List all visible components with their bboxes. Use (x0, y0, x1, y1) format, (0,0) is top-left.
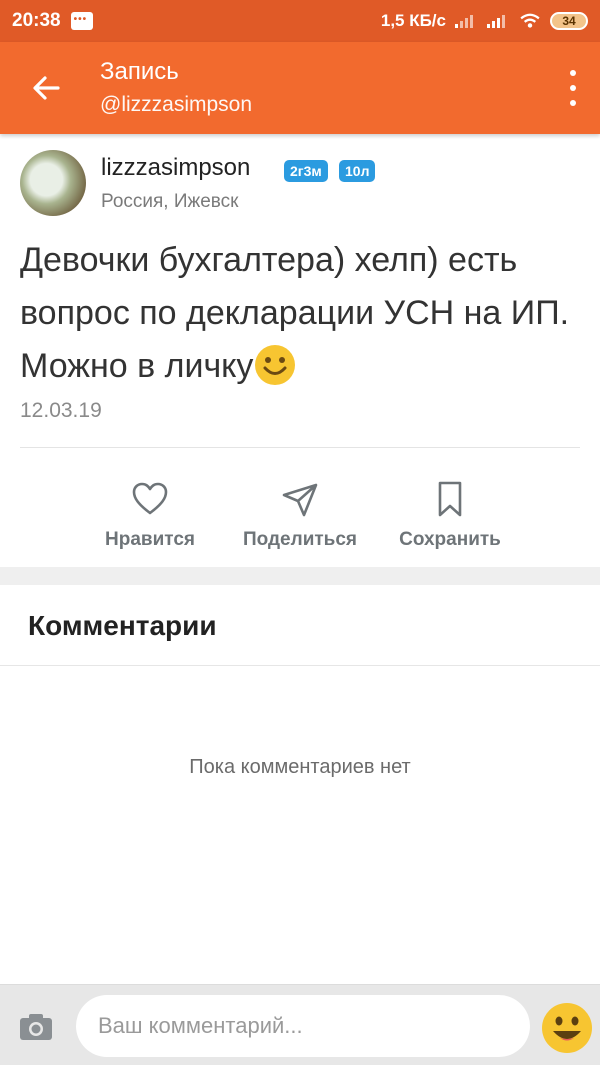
camera-icon[interactable] (18, 1012, 54, 1042)
save-button[interactable]: Сохранить (380, 479, 520, 551)
network-speed: 1,5 КБ/с (380, 11, 446, 30)
status-bar: 20:38 1,5 КБ/с 34 (0, 0, 600, 42)
signal-icon (455, 15, 473, 28)
comments-title: Комментарии (28, 610, 217, 641)
share-label: Поделиться (242, 529, 358, 550)
battery-icon: 34 (550, 12, 588, 30)
like-button[interactable]: Нравится (80, 479, 220, 551)
avatar[interactable] (20, 150, 86, 216)
like-label: Нравится (105, 529, 195, 550)
divider (0, 665, 600, 666)
author-location: Россия, Ижевск (101, 191, 239, 212)
comment-input[interactable] (76, 995, 530, 1057)
section-separator (0, 567, 600, 585)
app-bar: Запись @lizzzasimpson (0, 42, 600, 134)
heart-icon (132, 482, 168, 515)
smile-emoji-icon (255, 345, 296, 385)
signal-icon-2 (487, 15, 505, 28)
share-button[interactable]: Поделиться (230, 479, 370, 551)
badge-years: 10л (339, 160, 376, 182)
post-actions: Нравится Поделиться Сохранить (0, 479, 600, 569)
page-title: Запись (100, 58, 179, 85)
badge-age: 2г3м (284, 160, 328, 182)
no-comments-text: Пока комментариев нет (189, 756, 411, 778)
share-plane-icon (282, 483, 318, 517)
comment-composer (0, 984, 600, 1065)
status-right: 1,5 КБ/с 34 (381, 11, 588, 31)
wifi-icon (520, 13, 540, 28)
emoji-picker-icon[interactable] (540, 1001, 594, 1055)
message-notification-icon (70, 12, 93, 30)
divider (20, 447, 580, 448)
bookmark-icon (438, 481, 462, 517)
post-date: 12.03.19 (20, 399, 102, 422)
post-body: Девочки бухгалтера) хелп) есть вопрос по… (20, 234, 580, 393)
save-label: Сохранить (399, 529, 501, 550)
back-arrow-icon[interactable] (28, 70, 64, 106)
page-subtitle: @lizzzasimpson (100, 93, 253, 116)
status-time: 20:38 (12, 10, 61, 31)
more-menu-icon[interactable] (566, 70, 580, 106)
author-username[interactable]: lizzzasimpson (101, 154, 250, 182)
